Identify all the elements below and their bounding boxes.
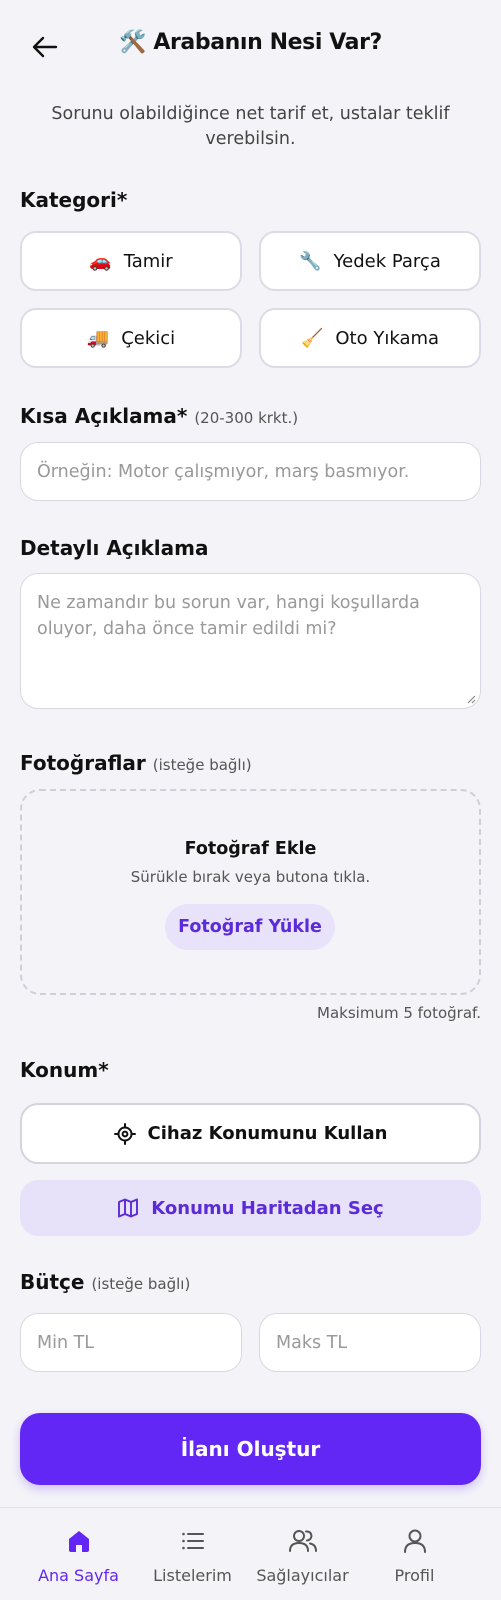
category-tamir[interactable]: 🚗 Tamir bbox=[20, 231, 242, 291]
min-budget-input[interactable]: Min TL bbox=[20, 1313, 242, 1372]
photos-hint: (isteğe bağlı) bbox=[152, 756, 252, 774]
page-subtitle: Sorunu olabildiğince net tarif et, ustal… bbox=[51, 104, 450, 149]
short-desc-label: Kısa Açıklama* (20-300 krkt.) bbox=[20, 404, 298, 428]
user-icon bbox=[403, 1529, 426, 1553]
create-listing-button[interactable]: İlanı Oluştur bbox=[20, 1413, 481, 1485]
category-label-text: Çekici bbox=[121, 327, 176, 349]
short-desc-input[interactable]: Örneğin: Motor çalışmıyor, marş basmıyor… bbox=[20, 442, 481, 501]
use-device-location-button[interactable]: Cihaz Konumunu Kullan bbox=[20, 1103, 481, 1164]
tab-providers-label: Sağlayıcılar bbox=[256, 1566, 349, 1585]
max-photos-note: Maksimum 5 fotoğraf. bbox=[317, 1004, 481, 1022]
broom-icon: 🧹 bbox=[300, 327, 324, 349]
home-icon bbox=[68, 1531, 89, 1552]
category-cekici[interactable]: 🚚 Çekici bbox=[20, 308, 242, 368]
header: 🛠️ Arabanın Nesi Var? bbox=[0, 0, 501, 92]
users-icon bbox=[288, 1530, 317, 1552]
tab-listings-label: Listelerim bbox=[153, 1566, 232, 1585]
category-label-text: Yedek Parça bbox=[333, 250, 441, 272]
use-device-location-label: Cihaz Konumunu Kullan bbox=[147, 1123, 388, 1144]
detail-desc-placeholder: Ne zamandır bu sorun var, hangi koşullar… bbox=[37, 593, 420, 639]
max-budget-input[interactable]: Maks TL bbox=[259, 1313, 481, 1372]
budget-label: Bütçe (isteğe bağlı) bbox=[20, 1270, 190, 1294]
crosshair-icon bbox=[113, 1122, 136, 1145]
tab-listings[interactable]: Listelerim bbox=[130, 1508, 255, 1600]
choose-on-map-label: Konumu Haritadan Seç bbox=[151, 1197, 384, 1219]
tab-profile-label: Profil bbox=[394, 1566, 435, 1585]
short-desc-placeholder: Örneğin: Motor çalışmıyor, marş basmıyor… bbox=[37, 461, 410, 482]
dropzone-subtitle: Sürükle bırak veya butona tıkla. bbox=[130, 868, 371, 886]
tab-home-label: Ana Sayfa bbox=[38, 1566, 119, 1585]
location-label: Konum* bbox=[20, 1058, 109, 1082]
upload-photo-button[interactable]: Fotoğraf Yükle bbox=[165, 904, 335, 950]
wrench-icon: 🔧 bbox=[299, 250, 322, 272]
car-icon: 🚗 bbox=[89, 250, 112, 272]
detail-desc-textarea[interactable]: Ne zamandır bu sorun var, hangi koşullar… bbox=[20, 573, 481, 709]
tab-home[interactable]: Ana Sayfa bbox=[16, 1508, 141, 1600]
tab-providers[interactable]: Sağlayıcılar bbox=[240, 1508, 365, 1600]
short-desc-label-text: Kısa Açıklama* bbox=[20, 404, 188, 428]
choose-on-map-button[interactable]: Konumu Haritadan Seç bbox=[20, 1180, 481, 1236]
short-desc-hint: (20-300 krkt.) bbox=[194, 409, 299, 427]
resize-handle-icon[interactable] bbox=[466, 694, 476, 704]
map-icon bbox=[118, 1198, 139, 1218]
truck-icon: 🚚 bbox=[86, 327, 110, 349]
budget-label-text: Bütçe bbox=[20, 1270, 85, 1294]
tab-profile[interactable]: Profil bbox=[352, 1508, 477, 1600]
photo-dropzone[interactable]: Fotoğraf Ekle Sürükle bırak veya butona … bbox=[20, 789, 481, 995]
category-label: Kategori* bbox=[20, 188, 128, 212]
max-budget-placeholder: Maks TL bbox=[276, 1332, 348, 1353]
photos-label: Fotoğraflar (isteğe bağlı) bbox=[20, 751, 252, 775]
page-title: 🛠️ Arabanın Nesi Var? bbox=[119, 30, 382, 55]
category-yedek-parca[interactable]: 🔧 Yedek Parça bbox=[259, 231, 481, 291]
category-label-text: Tamir bbox=[123, 250, 173, 272]
budget-hint: (isteğe bağlı) bbox=[91, 1275, 191, 1293]
min-budget-placeholder: Min TL bbox=[37, 1332, 95, 1353]
bottom-tabbar: Ana Sayfa Listelerim Sağlayıcılar Profil bbox=[0, 1507, 501, 1600]
list-icon bbox=[181, 1532, 204, 1550]
category-label-text: Oto Yıkama bbox=[335, 327, 440, 349]
dropzone-title: Fotoğraf Ekle bbox=[184, 839, 317, 859]
photos-label-text: Fotoğraflar bbox=[20, 751, 146, 775]
category-oto-yikama[interactable]: 🧹 Oto Yıkama bbox=[259, 308, 481, 368]
detail-desc-label: Detaylı Açıklama bbox=[20, 536, 209, 560]
